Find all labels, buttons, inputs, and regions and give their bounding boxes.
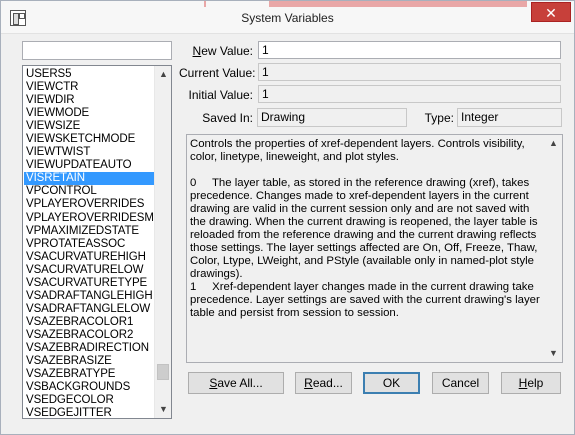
saved-in-label: Saved In: [202,111,253,125]
list-item[interactable]: VISRETAIN [24,172,154,186]
type-label: Type: [424,111,454,125]
list-item[interactable]: USERS5 [24,68,154,81]
description-option-1: 1 Xref-dependent layer changes made in t… [190,281,543,319]
scroll-up-arrow-icon[interactable]: ▲ [545,135,562,152]
list-item[interactable]: VSACURVATURETYPE [24,277,154,290]
system-variables-dialog: System Variables ✕ USERS5 VIEWCTR VIEWDIR V… [0,0,575,435]
new-value-label: New Value: [192,44,253,58]
list-item[interactable]: VPLAYEROVERRIDESMC [24,212,154,225]
list-item[interactable]: VIEWCTR [24,81,154,94]
current-value-label: Current Value: [179,66,256,80]
initial-value-label: Initial Value: [188,88,253,102]
read-button[interactable]: Read... [295,372,352,394]
saved-in-field: Drawing [257,108,407,127]
list-item[interactable]: VIEWSKETCHMODE [24,133,154,146]
list-item[interactable]: VSEDGEJITTER [24,407,154,418]
list-item[interactable]: VSAZEBRASIZE [24,355,154,368]
current-value-field: 1 [258,63,561,81]
list-item[interactable]: VPLAYEROVERRIDES [24,198,154,211]
list-item[interactable]: VSADRAFTANGLEHIGH [24,290,154,303]
close-button[interactable]: ✕ [531,2,571,22]
description-option-0: 0 The layer table, as stored in the refe… [190,177,541,280]
list-item[interactable]: VPCONTROL [24,185,154,198]
scroll-down-arrow-icon[interactable]: ▼ [545,345,562,362]
list-item[interactable]: VIEWUPDATEAUTO [24,159,154,172]
list-item[interactable]: VSACURVATURELOW [24,264,154,277]
variable-search-input[interactable] [22,41,172,60]
list-scrollbar[interactable]: ▲ ▼ [154,66,171,418]
variable-list[interactable]: USERS5 VIEWCTR VIEWDIR VIEWMODE VIEWSIZE VIEW… [22,65,172,419]
list-item[interactable]: VIEWSIZE [24,120,154,133]
list-item[interactable]: VSEDGECOLOR [24,394,154,407]
description-scrollbar[interactable]: ▲ ▼ [545,135,562,362]
help-button[interactable]: Help [501,372,561,394]
save-all-button[interactable]: Save All... [188,372,284,394]
title-bar: System Variables ✕ [1,1,574,34]
list-item[interactable]: VSAZEBRACOLOR2 [24,329,154,342]
list-item[interactable]: VSAZEBRADIRECTION [24,342,154,355]
list-item[interactable]: VSAZEBRATYPE [24,368,154,381]
scroll-up-arrow-icon[interactable]: ▲ [155,66,171,83]
window-title: System Variables [241,11,334,25]
list-item[interactable]: VSAZEBRACOLOR1 [24,316,154,329]
list-item[interactable]: VPMAXIMIZEDSTATE [24,225,154,238]
description-text: Controls the properties of xref-dependen… [190,138,540,320]
list-item[interactable]: VIEWDIR [24,94,154,107]
description-box[interactable]: Controls the properties of xref-dependen… [186,134,563,363]
ok-button[interactable]: OK [363,372,420,394]
list-item[interactable]: VIEWTWIST [24,146,154,159]
cancel-button[interactable]: Cancel [432,372,489,394]
list-item[interactable]: VSACURVATUREHIGH [24,251,154,264]
background-window-edge [269,1,527,7]
description-intro: Controls the properties of xref-dependen… [190,138,525,163]
list-item[interactable]: VIEWMODE [24,107,154,120]
close-icon: ✕ [545,5,557,21]
list-item[interactable]: VSBACKGROUNDS [24,381,154,394]
initial-value-field: 1 [258,85,561,103]
variable-list-items: USERS5 VIEWCTR VIEWDIR VIEWMODE VIEWSIZE VIEW… [24,68,154,418]
new-value-input[interactable]: 1 [258,41,561,59]
list-item[interactable]: VSADRAFTANGLELOW [24,303,154,316]
type-field: Integer [457,108,562,127]
list-item[interactable]: VPROTATEASSOC [24,238,154,251]
scroll-thumb[interactable] [157,364,169,380]
background-window-edge [204,1,206,7]
scroll-down-arrow-icon[interactable]: ▼ [155,401,171,418]
